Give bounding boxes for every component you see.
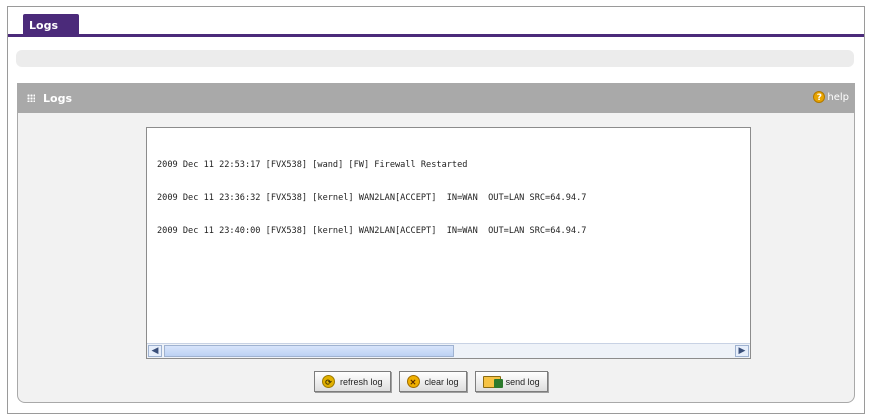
action-buttons: ⟳ refresh log ✕ clear log send log — [314, 371, 548, 392]
help-link[interactable]: ? help — [813, 91, 849, 103]
scroll-left-icon[interactable]: ◀ — [148, 345, 162, 357]
refresh-log-button[interactable]: ⟳ refresh log — [314, 371, 391, 392]
log-line: 2009 Dec 11 23:40:00 [FVX538] [kernel] W… — [157, 226, 587, 236]
help-icon: ? — [813, 91, 826, 103]
section-title: Logs — [43, 92, 72, 105]
scroll-thumb[interactable] — [164, 345, 454, 357]
log-lines: 2009 Dec 11 22:53:17 [FVX538] [wand] [FW… — [157, 138, 747, 259]
log-textarea[interactable]: 2009 Dec 11 22:53:17 [FVX538] [wand] [FW… — [146, 127, 751, 359]
scroll-right-icon[interactable]: ▶ — [735, 345, 749, 357]
logs-panel: 2009 Dec 11 22:53:17 [FVX538] [wand] [FW… — [17, 113, 855, 403]
refresh-icon: ⟳ — [322, 375, 335, 388]
log-line: 2009 Dec 11 22:53:17 [FVX538] [wand] [FW… — [157, 160, 468, 170]
send-log-button[interactable]: send log — [474, 371, 548, 392]
clear-log-button[interactable]: ✕ clear log — [398, 371, 467, 392]
tab-strip: Logs — [8, 7, 864, 37]
grip-icon — [27, 94, 35, 102]
send-log-label: send log — [505, 376, 540, 387]
refresh-log-label: refresh log — [340, 376, 383, 387]
clear-icon: ✕ — [406, 375, 420, 388]
section-header: Logs ? help — [17, 83, 855, 114]
send-icon — [482, 375, 503, 388]
tab-logs[interactable]: Logs — [23, 14, 79, 37]
clear-log-label: clear log — [424, 376, 459, 387]
horizontal-scrollbar[interactable]: ◀ ▶ — [147, 343, 750, 358]
log-line: 2009 Dec 11 23:36:32 [FVX538] [kernel] W… — [157, 193, 587, 203]
info-band — [16, 50, 854, 67]
main-frame: Logs Logs ? help 2009 Dec 11 22:53:17 [F… — [7, 6, 865, 414]
help-label: help — [827, 91, 849, 103]
